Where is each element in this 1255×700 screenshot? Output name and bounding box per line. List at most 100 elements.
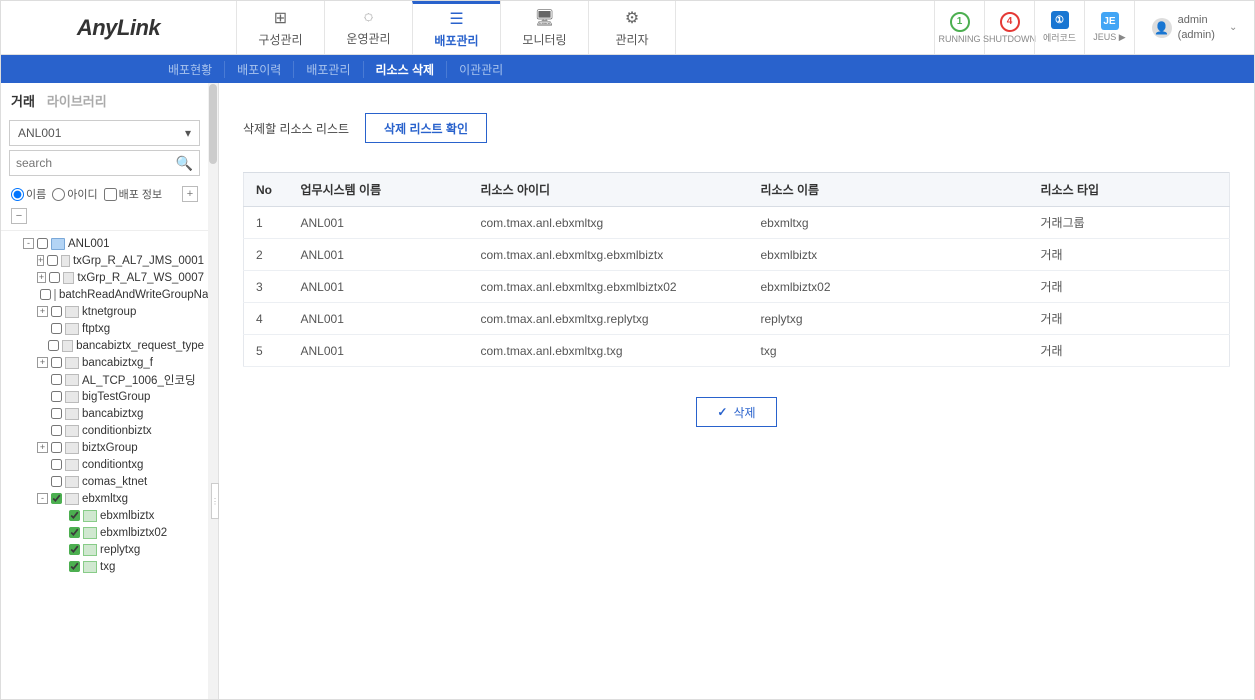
system-select[interactable]: ANL001 ▾ — [9, 120, 200, 146]
tree-toggle-icon[interactable]: - — [37, 493, 48, 504]
search-input[interactable] — [16, 156, 176, 170]
running-count-icon: 1 — [950, 12, 970, 32]
tree-checkbox[interactable] — [48, 340, 59, 351]
tree-group[interactable]: +ktnetgroup — [9, 303, 204, 320]
table-row[interactable]: 4ANL001com.tmax.anl.ebxmltxg.replytxgrep… — [244, 303, 1230, 335]
table-row[interactable]: 3ANL001com.tmax.anl.ebxmltxg.ebxmlbiztx0… — [244, 271, 1230, 303]
nav-tab-ops[interactable]: ◌ 운영관리 — [324, 1, 412, 54]
tree-item[interactable]: ebxmlbiztx02 — [9, 524, 204, 541]
subnav-migration[interactable]: 이관관리 — [447, 61, 515, 78]
tree-group[interactable]: bancabiztx_request_type — [9, 337, 204, 354]
tree-group[interactable]: -ebxmltxg — [9, 490, 204, 507]
tree-checkbox[interactable] — [51, 408, 62, 419]
subnav-deploy-history[interactable]: 배포이력 — [225, 61, 294, 78]
tree-group[interactable]: ftptxg — [9, 320, 204, 337]
tree-checkbox[interactable] — [51, 442, 62, 453]
tree-label: biztxGroup — [82, 442, 138, 454]
tree-toggle-icon[interactable]: + — [37, 442, 48, 453]
filter-name-radio[interactable]: 이름 — [11, 186, 46, 202]
tree-toggle-icon[interactable]: + — [37, 357, 48, 368]
tree-group[interactable]: +txGrp_R_AL7_WS_0007 — [9, 269, 204, 286]
tree-checkbox[interactable] — [51, 476, 62, 487]
tree-toggle-icon[interactable]: + — [37, 306, 48, 317]
filter-id-radio[interactable]: 아이디 — [52, 186, 97, 202]
search-box[interactable]: 🔍 — [9, 150, 200, 176]
group-icon — [62, 340, 73, 352]
tree-checkbox[interactable] — [51, 391, 62, 402]
tree-checkbox[interactable] — [51, 459, 62, 470]
tree-toggle-icon — [55, 561, 66, 572]
table-row[interactable]: 2ANL001com.tmax.anl.ebxmltxg.ebxmlbiztxe… — [244, 239, 1230, 271]
tree-checkbox[interactable] — [51, 306, 62, 317]
tree-checkbox[interactable] — [69, 544, 80, 555]
tree-group[interactable]: bigTestGroup — [9, 388, 204, 405]
side-tab-transaction[interactable]: 거래 — [11, 91, 35, 112]
nav-tab-config[interactable]: ⊞ 구성관리 — [236, 1, 324, 54]
tree-checkbox[interactable] — [40, 289, 51, 300]
tree-checkbox[interactable] — [37, 238, 48, 249]
tree-label: bigTestGroup — [82, 391, 150, 403]
tree-label: bancabiztxg — [82, 408, 143, 420]
tree-checkbox[interactable] — [51, 425, 62, 436]
nav-tab-monitor[interactable]: 🖥 모니터링 — [500, 1, 588, 54]
delete-button[interactable]: ✓ 삭제 — [696, 397, 776, 427]
sidebar-resize-handle[interactable]: ⋮ — [211, 483, 219, 519]
cell-no: 4 — [244, 303, 289, 335]
status-jeus[interactable]: JE JEUS ▶ — [1084, 1, 1134, 54]
subnav-deploy-manage[interactable]: 배포관리 — [294, 61, 363, 78]
tree-item[interactable]: replytxg — [9, 541, 204, 558]
tree-checkbox[interactable] — [51, 357, 62, 368]
tree-group[interactable]: +bancabiztxg_f — [9, 354, 204, 371]
sidebar-scrollbar[interactable] — [208, 83, 218, 699]
circle-dashed-icon: ◌ — [364, 9, 374, 27]
tree-group[interactable]: conditiontxg — [9, 456, 204, 473]
tree-group[interactable]: + biztxGroup — [9, 439, 204, 456]
status-errorcode[interactable]: ① 에러코드 — [1034, 1, 1084, 54]
tree-checkbox[interactable] — [51, 374, 62, 385]
tree-group[interactable]: comas_ktnet — [9, 473, 204, 490]
tree-checkbox[interactable] — [49, 272, 60, 283]
tree-group[interactable]: +txGrp_R_AL7_JMS_0001 — [9, 252, 204, 269]
expand-all-button[interactable]: + — [182, 186, 198, 202]
subnav-resource-delete[interactable]: 리소스 삭제 — [364, 61, 448, 78]
tree-label: conditiontxg — [82, 459, 143, 471]
table-row[interactable]: 1ANL001com.tmax.anl.ebxmltxgebxmltxg거래그룹 — [244, 207, 1230, 239]
collapse-all-button[interactable]: − — [11, 208, 27, 224]
tree-group[interactable]: bancabiztxg — [9, 405, 204, 422]
grid-icon: ⊞ — [274, 8, 287, 28]
tree-item[interactable]: ebxmlbiztx — [9, 507, 204, 524]
subnav-deploy-status[interactable]: 배포현황 — [156, 61, 225, 78]
resource-tree: -ANL001+txGrp_R_AL7_JMS_0001+txGrp_R_AL7… — [1, 231, 208, 579]
tree-group[interactable]: batchReadAndWriteGroupNa — [9, 286, 204, 303]
tree-group[interactable]: AL_TCP_1006_인코딩 — [9, 371, 204, 388]
status-running[interactable]: 1 RUNNING — [934, 1, 984, 54]
tree-checkbox[interactable] — [47, 255, 58, 266]
tree-checkbox[interactable] — [51, 493, 62, 504]
nav-tab-admin[interactable]: ⚙ 관리자 — [588, 1, 676, 54]
table-row[interactable]: 5ANL001com.tmax.anl.ebxmltxg.txgtxg거래 — [244, 335, 1230, 367]
tree-checkbox[interactable] — [69, 510, 80, 521]
status-label: 에러코드 — [1043, 31, 1076, 44]
header: AnyLink ⊞ 구성관리 ◌ 운영관리 ☰ 배포관리 🖥 모니터링 ⚙ 관리… — [1, 1, 1254, 55]
search-icon[interactable]: 🔍 — [176, 155, 193, 172]
tree-toggle-icon[interactable]: + — [37, 255, 44, 266]
cell-rtype: 거래 — [1029, 303, 1230, 335]
tree-toggle-icon[interactable]: + — [37, 272, 46, 283]
check-delete-list-button[interactable]: 삭제 리스트 확인 — [365, 113, 487, 143]
item-icon — [83, 527, 97, 539]
tree-checkbox[interactable] — [69, 527, 80, 538]
side-tab-library[interactable]: 라이브러리 — [47, 91, 107, 112]
status-shutdown[interactable]: 4 SHUTDOWN — [984, 1, 1034, 54]
tree-toggle-icon — [37, 391, 48, 402]
tree-group[interactable]: -ANL001 — [9, 235, 204, 252]
tree-group[interactable]: conditionbiztx — [9, 422, 204, 439]
tree-toggle-icon[interactable]: - — [23, 238, 34, 249]
user-menu[interactable]: 👤 admin (admin) ⌄ — [1134, 1, 1254, 54]
filter-deployinfo-check[interactable]: 배포 정보 — [104, 186, 163, 202]
tree-checkbox[interactable] — [69, 561, 80, 572]
tree-checkbox[interactable] — [51, 323, 62, 334]
tree-item[interactable]: txg — [9, 558, 204, 575]
nav-tab-deploy[interactable]: ☰ 배포관리 — [412, 1, 500, 54]
tree-label: conditionbiztx — [82, 425, 152, 437]
group-icon — [61, 255, 70, 267]
